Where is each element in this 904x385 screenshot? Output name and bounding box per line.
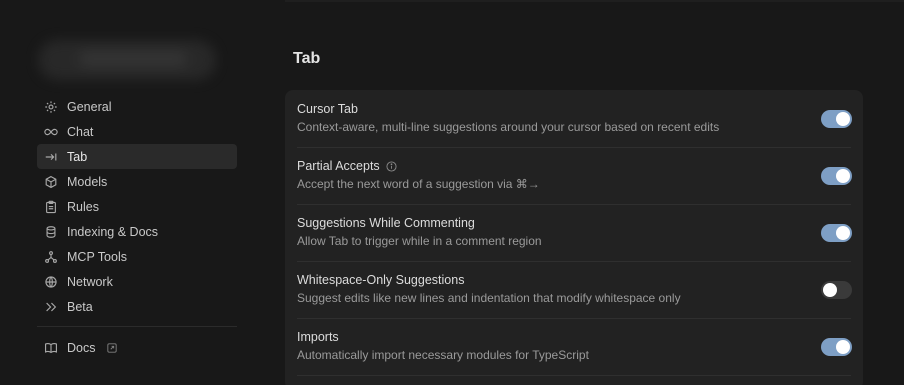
sidebar-item-beta[interactable]: Beta [37, 294, 237, 319]
setting-row-imports: Imports Automatically import necessary m… [285, 318, 863, 375]
sidebar-item-chat[interactable]: Chat [37, 119, 237, 144]
sidebar-item-label: Models [67, 174, 108, 189]
page-title: Tab [293, 50, 321, 67]
setting-title-text: Imports [297, 330, 339, 344]
setting-title: Whitespace-Only Suggestions [297, 273, 851, 287]
setting-title: Cursor Tab [297, 102, 851, 116]
toggle-knob [823, 283, 837, 297]
sidebar-item-models[interactable]: Models [37, 169, 237, 194]
sidebar: General Chat Tab Models Rules Indexing &… [0, 0, 285, 385]
cursor-tab-toggle[interactable] [821, 110, 852, 128]
blurred-account-avatar [38, 40, 216, 80]
sidebar-item-label: Rules [67, 199, 99, 214]
suggestions-while-commenting-toggle[interactable] [821, 224, 852, 242]
toggle-knob [836, 226, 850, 240]
sidebar-item-mcp-tools[interactable]: MCP Tools [37, 244, 237, 269]
setting-title: Imports [297, 330, 851, 344]
setting-description: Automatically import necessary modules f… [297, 348, 589, 362]
toggle-knob [836, 112, 850, 126]
infinity-icon [43, 124, 59, 140]
imports-toggle[interactable] [821, 338, 852, 356]
sidebar-item-label: Beta [67, 299, 93, 314]
setting-description: Allow Tab to trigger while in a comment … [297, 234, 542, 248]
setting-title-text: Whitespace-Only Suggestions [297, 273, 465, 287]
main-content: Tab Cursor Tab Context-aware, multi-line… [285, 0, 904, 385]
cube-icon [43, 174, 59, 190]
sidebar-item-label: Network [67, 274, 113, 289]
settings-window: General Chat Tab Models Rules Indexing &… [0, 0, 904, 385]
chevrons-right-icon [43, 299, 59, 315]
sidebar-item-rules[interactable]: Rules [37, 194, 237, 219]
globe-icon [43, 274, 59, 290]
setting-description: Context-aware, multi-line suggestions ar… [297, 120, 720, 134]
setting-description: Suggest edits like new lines and indenta… [297, 291, 681, 305]
sidebar-item-label: Indexing & Docs [67, 224, 159, 239]
sidebar-item-tab[interactable]: Tab [37, 144, 237, 169]
sidebar-item-label: Docs [67, 340, 96, 355]
sidebar-item-label: Tab [67, 149, 88, 164]
setting-title-text: Cursor Tab [297, 102, 358, 116]
toggle-knob [836, 169, 850, 183]
external-link-icon [107, 342, 118, 353]
setting-row-suggestions-while-commenting: Suggestions While Commenting Allow Tab t… [285, 204, 863, 261]
sidebar-item-indexing-docs[interactable]: Indexing & Docs [37, 219, 237, 244]
sidebar-nav: General Chat Tab Models Rules Indexing &… [37, 94, 237, 319]
whitespace-only-suggestions-toggle[interactable] [821, 281, 852, 299]
sidebar-item-general[interactable]: General [37, 94, 237, 119]
setting-description: Accept the next word of a suggestion via… [297, 177, 540, 191]
settings-panel: Cursor Tab Context-aware, multi-line sug… [285, 90, 863, 385]
sidebar-divider [37, 326, 237, 327]
sidebar-item-label: Chat [67, 124, 94, 139]
sidebar-item-label: MCP Tools [67, 249, 127, 264]
book-icon [43, 340, 59, 356]
setting-title: Suggestions While Commenting [297, 216, 851, 230]
gear-icon [43, 99, 59, 115]
setting-row-partial-accepts: Partial Accepts Accept the next word of … [285, 147, 863, 204]
setting-row-whitespace-only-suggestions: Whitespace-Only Suggestions Suggest edit… [285, 261, 863, 318]
database-icon [43, 224, 59, 240]
setting-row-cursor-tab: Cursor Tab Context-aware, multi-line sug… [285, 90, 863, 147]
tab-arrow-icon [43, 149, 59, 165]
sidebar-item-network[interactable]: Network [37, 269, 237, 294]
setting-title-text: Suggestions While Commenting [297, 216, 475, 230]
partial-accepts-toggle[interactable] [821, 167, 852, 185]
setting-title: Partial Accepts [297, 159, 851, 173]
sidebar-item-docs[interactable]: Docs [37, 335, 237, 360]
row-divider [297, 375, 851, 376]
setting-title-text: Partial Accepts [297, 159, 380, 173]
toggle-knob [836, 340, 850, 354]
info-icon[interactable] [386, 160, 397, 172]
sidebar-item-label: General [67, 99, 112, 114]
nodes-icon [43, 249, 59, 265]
clipboard-icon [43, 199, 59, 215]
